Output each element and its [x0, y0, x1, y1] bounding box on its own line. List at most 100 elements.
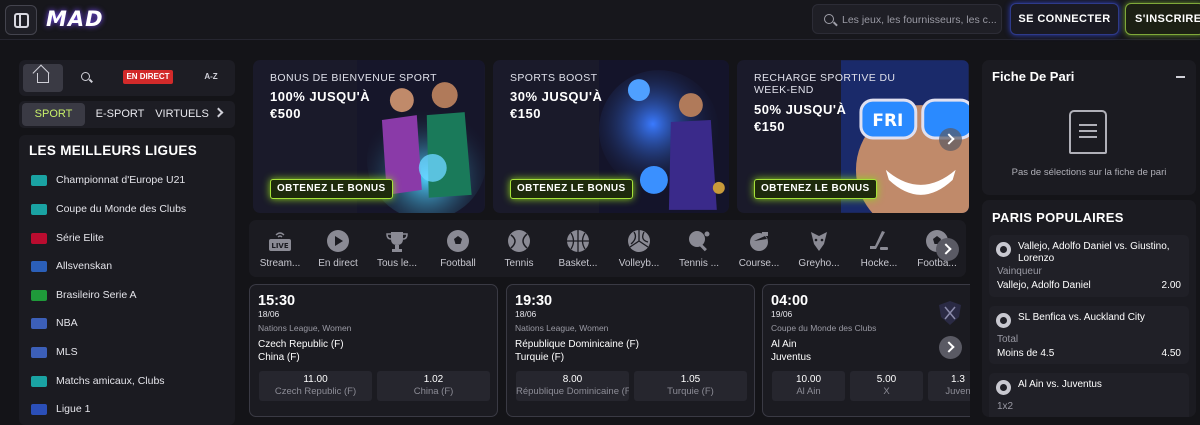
football-icon [996, 380, 1011, 395]
table-tennis-icon [689, 231, 710, 252]
sport-greyhound[interactable]: Greyho... [791, 228, 847, 273]
sport-label: Course... [738, 258, 780, 269]
popular-bet-selection: Moins de 4.5 [997, 348, 1055, 359]
site-logo[interactable]: MAD [46, 7, 104, 31]
get-bonus-button[interactable]: OBTENEZ LE BONUS [754, 179, 877, 199]
banner-art-text: FRI [873, 110, 904, 130]
home-button[interactable] [23, 64, 63, 92]
match-card[interactable]: 19:30 18/06 Nations League, Women Républ… [506, 284, 755, 417]
sport-label: Football [440, 258, 476, 269]
league-item[interactable]: Série Elite [31, 228, 231, 248]
sport-hockey[interactable]: Hocke... [851, 228, 907, 273]
sport-table-tennis[interactable]: Tennis ... [671, 228, 727, 273]
odds-button[interactable]: 11.00 Czech Republic (F) [259, 371, 372, 401]
league-label: Série Elite [56, 232, 104, 244]
flag-icon [31, 318, 47, 329]
odds-label: Juven [945, 386, 970, 397]
matches-scroll-right-button[interactable] [939, 336, 962, 359]
odds-value: 8.00 [562, 374, 583, 385]
sport-football[interactable]: Football [430, 228, 486, 273]
odds-label: Czech Republic (F) [274, 386, 357, 397]
match-competition: Nations League, Women [258, 323, 352, 333]
signup-button[interactable]: S'INSCRIRE [1125, 3, 1200, 35]
league-item[interactable]: Matchs amicaux, Clubs [31, 371, 231, 391]
search-box[interactable] [812, 4, 1002, 34]
popular-bets-panel: PARIS POPULAIRES Vallejo, Adolfo Daniel … [982, 200, 1196, 417]
promo-banner[interactable]: BONUS DE BIENVENUE SPORT 100% JUSQU'À €5… [253, 60, 485, 213]
racing-icon [750, 232, 768, 251]
sidebar-toggle-button[interactable] [5, 5, 37, 35]
odds-button[interactable]: 5.00 X [850, 371, 923, 401]
bet-slip-empty-text: Pas de sélections sur la fiche de pari [1011, 167, 1167, 178]
promo-banner[interactable]: SPORTS BOOST 30% JUSQU'À €150 OBTENEZ LE… [493, 60, 729, 213]
match-team-home: Al Ain [771, 339, 797, 350]
left-sidebar: EN DIRECT A-Z SPORT E-SPORT VIRTUELS LES… [19, 60, 235, 425]
popular-bet-odds[interactable]: 2.00 [1162, 280, 1181, 291]
league-item[interactable]: Allsvenskan [31, 256, 231, 276]
odds-label: X [883, 386, 890, 397]
sports-category-bar: LIVE Stream... En direct Tous le... Foot… [249, 220, 966, 277]
sport-all[interactable]: Tous le... [369, 228, 425, 273]
get-bonus-button[interactable]: OBTENEZ LE BONUS [510, 179, 633, 199]
popular-bet-item[interactable]: Al Ain vs. Juventus 1x2 [989, 373, 1189, 417]
popular-bet-market: 1x2 [997, 401, 1014, 412]
tab-sport[interactable]: SPORT [22, 103, 85, 126]
sport-label: Tennis [504, 258, 534, 269]
popular-bet-item[interactable]: Vallejo, Adolfo Daniel vs. Giustino, Lor… [989, 235, 1189, 297]
sport-tennis[interactable]: Tennis [491, 228, 547, 273]
login-button[interactable]: SE CONNECTER [1010, 3, 1119, 35]
sport-volleyball[interactable]: Volleyb... [611, 228, 667, 273]
collapse-icon[interactable] [1176, 76, 1185, 78]
banner-headline: 30% JUSQU'À €150 [510, 89, 603, 121]
league-item[interactable]: Coupe du Monde des Clubs [31, 199, 231, 219]
match-time: 15:30 [258, 293, 296, 309]
bet-slip-title: Fiche De Pari [992, 69, 1075, 84]
sport-search-button[interactable] [71, 64, 101, 92]
odds-label: Turquie (F) [667, 386, 714, 397]
az-button[interactable]: A-Z [199, 70, 223, 84]
league-item[interactable]: Championnat d'Europe U21 [31, 170, 231, 190]
sport-streaming[interactable]: LIVE Stream... [252, 228, 308, 273]
match-team-home: République Dominicaine (F) [515, 339, 639, 350]
popular-bet-odds[interactable]: 4.50 [1162, 348, 1181, 359]
promo-banner[interactable]: FRI RECHARGE SPORTIVE DU WEEK-END 50% JU… [737, 60, 969, 213]
popular-bet-item[interactable]: SL Benfica vs. Auckland City Total Moins… [989, 306, 1189, 364]
league-item[interactable]: Ligue 1 [31, 399, 231, 419]
next-banner-button[interactable] [939, 128, 962, 151]
search-input[interactable] [842, 11, 1000, 29]
odds-label: China (F) [413, 386, 454, 397]
odds-button[interactable]: 1.05 Turquie (F) [634, 371, 747, 401]
league-label: NBA [56, 317, 78, 329]
sport-basketball[interactable]: Basket... [550, 228, 606, 273]
odds-button[interactable]: 8.00 République Dominicaine (F) [516, 371, 629, 401]
flag-icon [31, 233, 47, 244]
odds-button[interactable]: 10.00 Al Ain [772, 371, 845, 401]
sport-racing[interactable]: Course... [731, 228, 787, 273]
sport-live[interactable]: En direct [310, 228, 366, 273]
odds-value: 1.3 [951, 374, 965, 385]
odds-label: République Dominicaine (F) [516, 386, 629, 397]
odds-button[interactable]: 1.3 Juven [928, 371, 970, 401]
flag-icon [31, 347, 47, 358]
league-item[interactable]: Brasileiro Serie A [31, 285, 231, 305]
tab-virtuels[interactable]: VIRTUELS [153, 103, 211, 126]
league-label: Allsvenskan [56, 260, 113, 272]
league-label: Championnat d'Europe U21 [56, 174, 186, 186]
banner-headline: 50% JUSQU'À €150 [754, 102, 847, 134]
match-card[interactable]: 04:00 19/06 Coupe du Monde des Clubs Al … [762, 284, 970, 417]
sport-label: Footba... [917, 258, 957, 269]
live-button[interactable]: EN DIRECT [123, 70, 173, 84]
tab-esport[interactable]: E-SPORT [89, 103, 151, 126]
odds-button[interactable]: 1.02 China (F) [377, 371, 490, 401]
popular-bet-teams: Al Ain vs. Juventus [1018, 379, 1102, 390]
odds-value: 11.00 [303, 374, 328, 385]
league-item[interactable]: MLS [31, 342, 231, 362]
match-team-away: China (F) [258, 352, 300, 363]
match-card[interactable]: 15:30 18/06 Nations League, Women Czech … [249, 284, 498, 417]
get-bonus-button[interactable]: OBTENEZ LE BONUS [270, 179, 393, 199]
sports-scroll-right-button[interactable] [936, 238, 959, 261]
league-item[interactable]: NBA [31, 313, 231, 333]
chevron-right-icon[interactable] [213, 107, 224, 118]
team-crest-icon [939, 301, 961, 325]
sport-label: Basket... [558, 258, 598, 269]
